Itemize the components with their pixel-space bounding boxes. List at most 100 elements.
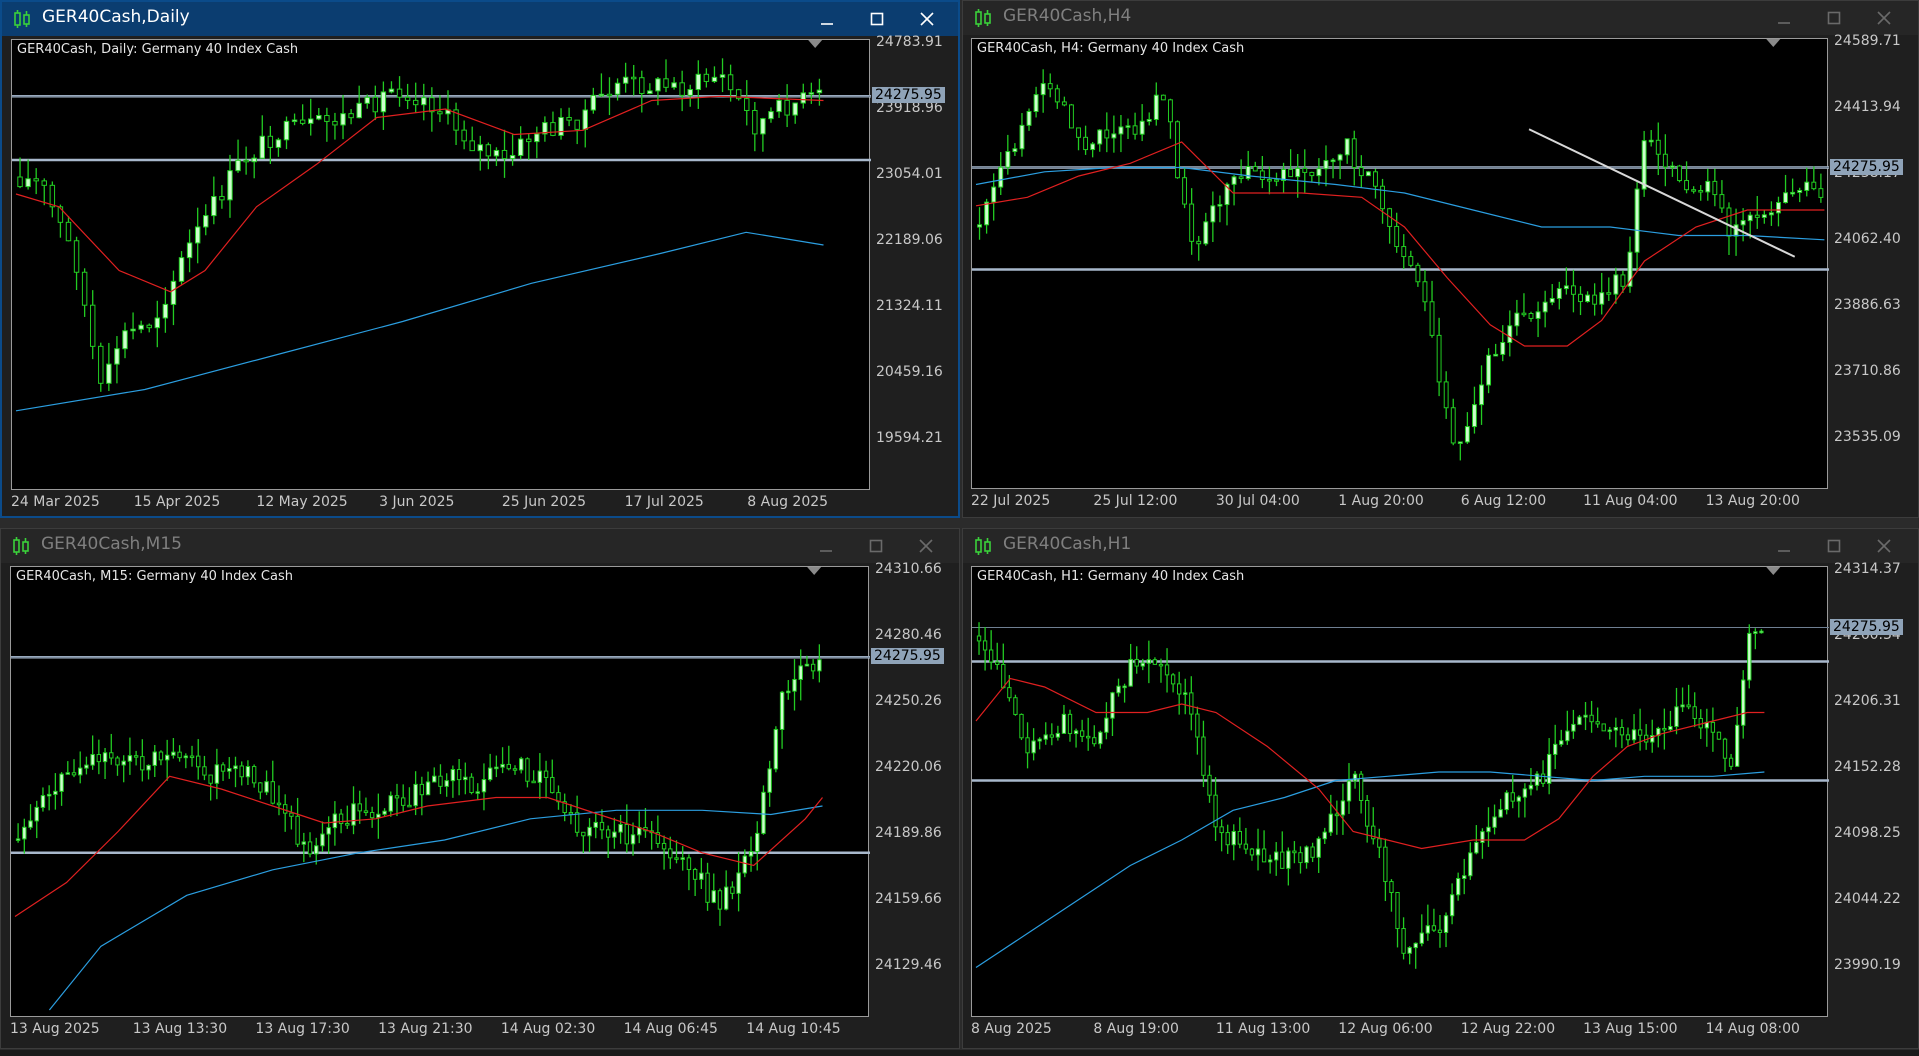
price-axis[interactable]: 24589.7124413.9424238.1724062.4023886.63… — [1828, 33, 1916, 489]
window-titlebar[interactable]: GER40Cash,H4 — [963, 1, 1918, 35]
candle-body — [1546, 753, 1552, 784]
time-axis[interactable]: 22 Jul 2025 25 Jul 12:00 30 Jul 04:00 1 Aug… — [971, 491, 1828, 513]
candle — [1013, 694, 1018, 716]
candle — [89, 290, 96, 360]
maximize-button[interactable] — [862, 533, 890, 559]
candle — [1641, 130, 1647, 197]
candle — [1589, 700, 1594, 733]
candle-body — [1474, 841, 1479, 854]
candle — [1761, 210, 1767, 224]
close-button[interactable] — [1870, 5, 1898, 31]
close-button[interactable] — [913, 6, 941, 32]
chart-window-h4[interactable]: GER40Cash,H4 GER40Cash, H4: Germany 40 I… — [962, 0, 1919, 518]
candlestick-chart[interactable] — [12, 40, 871, 491]
candle-body — [41, 180, 47, 186]
candle-body — [680, 857, 685, 860]
candle-body — [1722, 738, 1728, 759]
candle-body — [1383, 846, 1388, 883]
minimize-button[interactable] — [813, 6, 841, 32]
minimize-button[interactable] — [1770, 5, 1798, 31]
chart-window-daily[interactable]: GER40Cash,Daily GER40Cash, Daily: German… — [0, 0, 960, 518]
window-titlebar[interactable]: GER40Cash,Daily — [2, 2, 958, 36]
chart-area[interactable]: GER40Cash, M15: Germany 40 Index Cash — [10, 566, 870, 1018]
candle — [1472, 386, 1477, 434]
chart-window-m15[interactable]: GER40Cash,M15 GER40Cash, M15: Germany 40… — [0, 528, 960, 1049]
candle — [299, 104, 306, 126]
slow-moving-average — [975, 771, 1765, 969]
candle-body — [624, 823, 630, 845]
candle — [1565, 710, 1570, 745]
minimize-button[interactable] — [1770, 533, 1798, 559]
candle — [1286, 847, 1291, 886]
candle-body — [1132, 125, 1138, 135]
candle — [1498, 798, 1503, 818]
candle-body — [461, 129, 467, 142]
candle-body — [1747, 632, 1752, 681]
candle-body — [1309, 171, 1315, 177]
close-icon — [920, 12, 934, 26]
candle — [106, 342, 112, 392]
candle — [1076, 127, 1081, 151]
candle-body — [525, 758, 530, 782]
maximize-button[interactable] — [1820, 533, 1848, 559]
candle — [1631, 714, 1637, 744]
candle-body — [1462, 875, 1467, 879]
maximize-button[interactable] — [1820, 5, 1848, 31]
price-axis[interactable]: 24314.37 24260.34 24206.31 24152.28 24098.25… — [1828, 561, 1916, 1017]
candle-body — [776, 99, 782, 113]
close-button[interactable] — [1870, 533, 1898, 559]
chart-window-h1[interactable]: GER40Cash,H1 GER40Cash, H1: Germany 40 I… — [962, 528, 1919, 1049]
time-axis[interactable]: 24 Mar 2025 15 Apr 2025 12 May 2025 3 Jun 2… — [11, 492, 870, 514]
candle — [612, 817, 617, 849]
candle-body — [568, 812, 574, 815]
candle — [1249, 847, 1255, 861]
chart-symbol-label: GER40Cash, Daily: Germany 40 Index Cash — [17, 42, 299, 57]
candle — [1061, 96, 1067, 107]
minimize-button[interactable] — [812, 533, 840, 559]
candle — [1818, 173, 1824, 203]
candle — [251, 154, 257, 179]
candle-body — [630, 76, 637, 80]
candle — [1292, 841, 1297, 864]
candlestick-chart[interactable] — [972, 39, 1829, 490]
chart-area[interactable]: GER40Cash, Daily: Germany 40 Index Cash — [11, 39, 871, 491]
candle — [493, 147, 500, 167]
price-axis[interactable]: 24783.91 23918.96 23054.01 22189.06 21324.11… — [870, 34, 958, 490]
candle — [1619, 719, 1625, 749]
close-button[interactable] — [912, 533, 940, 559]
candle — [1747, 624, 1752, 689]
time-axis[interactable]: 8 Aug 2025 8 Aug 19:00 11 Aug 13:00 12 Aug … — [971, 1019, 1828, 1041]
candle-body — [1231, 176, 1237, 185]
candle-body — [512, 768, 518, 771]
candle-body — [723, 886, 729, 910]
candle-body — [674, 857, 679, 860]
candle-body — [671, 82, 677, 88]
time-tick-label: 12 May 2025 — [256, 494, 348, 510]
candle — [1656, 726, 1661, 748]
candle-body — [396, 88, 403, 98]
candle-body — [1243, 843, 1249, 850]
candle — [251, 764, 257, 788]
chart-area[interactable]: GER40Cash, H4: Germany 40 Index Cash — [971, 38, 1829, 490]
candle-body — [1040, 83, 1046, 96]
window-titlebar[interactable]: GER40Cash,H1 — [963, 529, 1918, 563]
candle-body — [425, 781, 431, 796]
candle-body — [1373, 171, 1378, 187]
candlestick-chart[interactable] — [972, 567, 1829, 1018]
candle — [1092, 725, 1097, 747]
window-titlebar[interactable]: GER40Cash,M15 — [1, 529, 959, 563]
candle — [1413, 942, 1418, 969]
candle — [1309, 171, 1315, 183]
candle — [461, 120, 467, 150]
time-axis[interactable]: 13 Aug 2025 13 Aug 13:30 13 Aug 17:30 13 Au… — [10, 1019, 869, 1041]
candle-body — [264, 781, 269, 793]
maximize-button[interactable] — [863, 6, 891, 32]
candle — [1759, 629, 1764, 634]
candle-body — [1443, 381, 1449, 409]
price-axis[interactable]: 24310.66 24280.46 24250.26 24220.06 24189.86… — [869, 561, 957, 1017]
chart-area[interactable]: GER40Cash, H1: Germany 40 Index Cash — [971, 566, 1829, 1018]
candle-body — [1425, 925, 1431, 934]
candle-body — [121, 760, 126, 766]
candlestick-chart[interactable] — [11, 567, 870, 1018]
candle-body — [748, 851, 754, 857]
